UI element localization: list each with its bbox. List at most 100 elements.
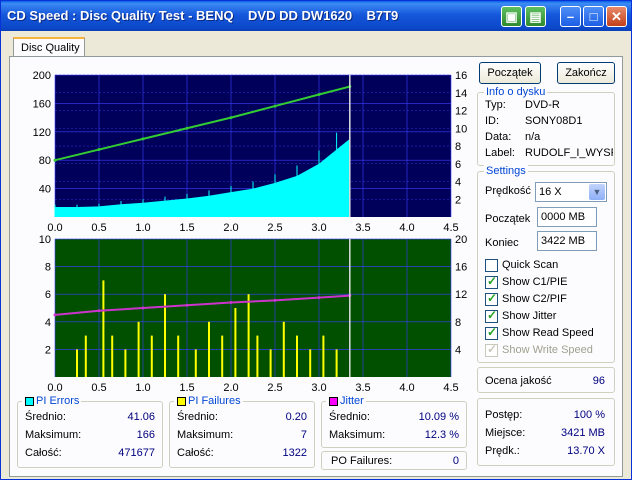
pif-bar [296, 335, 298, 377]
checkbox[interactable] [485, 291, 498, 306]
pi-errors-stat-label: Średnio: [25, 411, 66, 423]
chevron-down-icon[interactable]: ▼ [589, 184, 605, 200]
quality-score-value: 96 [592, 375, 605, 387]
y-right-tick-label: 6 [455, 159, 461, 171]
pif-bar [124, 349, 127, 377]
pi-failures-stat-label: Średnio: [177, 411, 218, 423]
jitter-legend-swatch [329, 397, 338, 406]
pi-failures-stat-value: 1322 [282, 447, 307, 459]
jitter-stat-value: 10.09 % [418, 411, 459, 423]
checkbox[interactable] [485, 342, 498, 357]
series-point [317, 93, 321, 97]
progress-label: Postęp: [485, 409, 523, 421]
disc-info-value: RUDOLF_I_WYSP [525, 147, 613, 159]
pif-bar [194, 349, 197, 377]
po-failures-value: 0 [452, 455, 459, 467]
pi-errors-stat-value: 166 [136, 429, 155, 441]
y-left-tick-label: 8 [45, 262, 51, 274]
pif-jitter-chart: 0.0 0.5 1.0 1.5 2.0 2.5 3.0 3.5 4.0 4.5 10 8 6 4 2 20 16… [39, 234, 468, 394]
plot-area [55, 239, 451, 377]
pif-bar [234, 308, 237, 377]
x-tick-label: 2.0 [223, 382, 238, 394]
y-right-tick-label: 16 [455, 70, 467, 82]
pif-bar [256, 335, 259, 377]
copy-icon[interactable]: ▣ [501, 6, 522, 27]
pif-bar [177, 335, 180, 377]
save-icon[interactable]: ▤ [525, 6, 546, 27]
pi-failures-stat-value: 0.20 [285, 411, 307, 423]
series-point [273, 298, 277, 302]
progress-label: Prędk.: [485, 445, 520, 457]
series-point [317, 296, 321, 300]
pi-errors-stat-value: 41.06 [127, 411, 155, 423]
disc-info-value: n/a [525, 131, 541, 143]
pif-bar [221, 335, 224, 377]
start-mb-label: Początek [485, 213, 531, 225]
speed-select[interactable]: 16 X ▼ [535, 182, 607, 202]
pif-bar [335, 349, 338, 377]
y-right-tick-label: 12 [455, 289, 467, 301]
checkbox-label[interactable]: Quick Scan [502, 259, 558, 271]
x-tick-label: 4.5 [443, 382, 458, 394]
y-left-tick-label: 120 [33, 127, 51, 139]
y-right-tick-label: 20 [455, 234, 467, 246]
checkbox[interactable] [485, 274, 498, 289]
y-right-tick-label: 4 [455, 177, 461, 189]
x-tick-label: 4.0 [399, 382, 414, 394]
y-right-tick-label: 8 [455, 141, 461, 153]
checkbox-label[interactable]: Show Write Speed [502, 344, 593, 356]
checkbox[interactable] [485, 325, 498, 340]
disc-info-value: SONY08D1 [525, 115, 583, 127]
series-point [97, 148, 101, 152]
start-mb-input[interactable]: 0000 MB [537, 207, 597, 227]
y-right-tick-label: 4 [455, 344, 461, 356]
series-point [141, 306, 145, 310]
series-point [53, 158, 57, 162]
pi-errors-legend-swatch [25, 397, 34, 406]
end-button[interactable]: Zakończ [557, 62, 615, 84]
y-left-tick-label: 80 [39, 155, 51, 167]
pif-bar [137, 321, 140, 377]
y-left-tick-label: 40 [39, 184, 51, 196]
progress-value: 13.70 X [567, 445, 605, 457]
x-tick-label: 0.5 [91, 382, 106, 394]
x-tick-label: 3.5 [355, 382, 370, 394]
pi-errors-stat-label: Maksimum: [25, 429, 82, 441]
checkbox-label[interactable]: Show Read Speed [502, 327, 594, 339]
series-point [229, 300, 233, 304]
progress-label: Miejsce: [485, 427, 526, 439]
pif-bar [309, 349, 312, 377]
jitter-stat-value: 12.3 % [424, 429, 459, 441]
series-point [185, 303, 189, 307]
maximize-button[interactable]: □ [583, 6, 604, 27]
y-right-tick-label: 14 [455, 88, 467, 100]
start-button[interactable]: Początek [479, 62, 541, 84]
checkbox[interactable] [485, 308, 498, 323]
close-button[interactable]: ✕ [606, 6, 627, 27]
settings-title: Settings [484, 165, 528, 177]
disc-info-label: Data: [485, 131, 512, 143]
checkbox-label[interactable]: Show C2/PIF [502, 293, 567, 305]
window-title: CD Speed : Disc Quality Test - BENQ DVD … [7, 8, 399, 23]
checkbox-label[interactable]: Show Jitter [502, 310, 556, 322]
checkbox[interactable] [485, 259, 498, 272]
disc-info-label: Typ: [485, 99, 506, 111]
checkbox-label[interactable]: Show C1/PIE [502, 276, 567, 288]
pif-bar [102, 280, 105, 377]
series-point [185, 126, 189, 130]
x-tick-label: 2.5 [267, 382, 282, 394]
y-left-tick-label: 6 [45, 289, 51, 301]
tab-disc-quality[interactable]: Disc Quality [13, 37, 85, 57]
quality-score-label: Ocena jakość [485, 375, 552, 387]
series-point [53, 313, 57, 317]
progress-value: 100 % [573, 409, 605, 421]
end-mb-input[interactable]: 3422 MB [537, 231, 597, 251]
disc-info-label: ID: [485, 115, 500, 127]
series-point [97, 309, 101, 313]
minimize-button[interactable]: – [560, 6, 581, 27]
series-point [273, 104, 277, 108]
y-right-tick-label: 12 [455, 106, 467, 118]
pi-failures-stat-label: Maksimum: [177, 429, 234, 441]
disc-info-label: Label: [485, 147, 515, 159]
pif-bar [269, 349, 272, 377]
